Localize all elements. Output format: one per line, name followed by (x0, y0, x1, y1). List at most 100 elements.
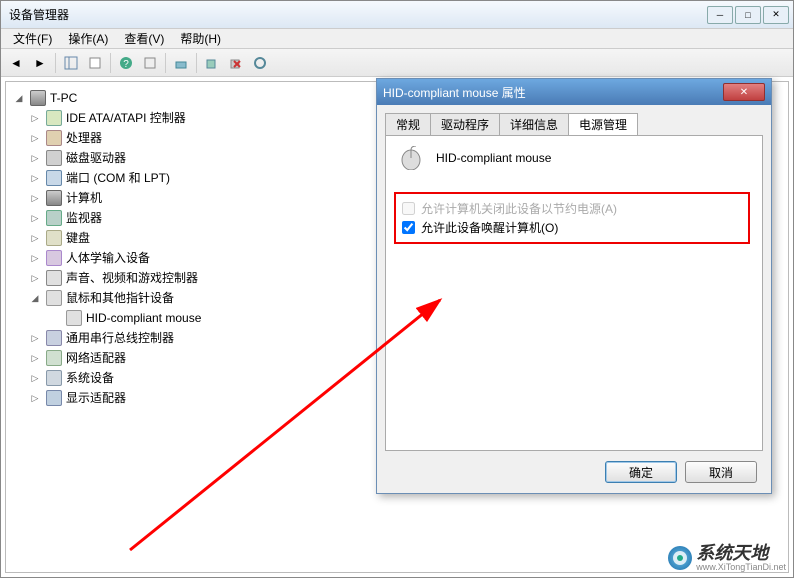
display-icon (46, 390, 62, 406)
tree-label: 端口 (COM 和 LPT) (66, 168, 170, 188)
show-hide-tree-button[interactable] (60, 52, 82, 74)
tree-label: 系统设备 (66, 368, 114, 388)
watermark: 系统天地 www.XiTongTianDi.net (668, 544, 786, 572)
update-driver-button[interactable] (170, 52, 192, 74)
maximize-button[interactable]: □ (735, 6, 761, 24)
option-allow-wake[interactable]: 允许此设备唤醒计算机(O) (402, 219, 742, 236)
dialog-close-button[interactable]: ✕ (723, 83, 765, 101)
expand-icon[interactable]: ▷ (28, 131, 42, 145)
hid-icon (46, 250, 62, 266)
expand-icon[interactable]: ▷ (28, 251, 42, 265)
tree-label: T-PC (50, 88, 77, 108)
window-controls: ─ □ ✕ (707, 6, 789, 24)
option-label: 允许此设备唤醒计算机(O) (421, 219, 558, 236)
minimize-button[interactable]: ─ (707, 6, 733, 24)
tree-label: 键盘 (66, 228, 90, 248)
expand-icon[interactable]: ▷ (28, 151, 42, 165)
computer-icon (46, 190, 62, 206)
close-button[interactable]: ✕ (763, 6, 789, 24)
dialog-body: 常规 驱动程序 详细信息 电源管理 HID-compliant mouse 允许… (377, 105, 771, 459)
tab-strip: 常规 驱动程序 详细信息 电源管理 (385, 113, 763, 135)
separator (55, 53, 56, 73)
expand-icon[interactable]: ▷ (28, 171, 42, 185)
network-icon (46, 350, 62, 366)
window-title: 设备管理器 (5, 6, 707, 23)
tree-label: 计算机 (66, 188, 102, 208)
scan-hardware-button[interactable] (201, 52, 223, 74)
watermark-logo-icon (668, 546, 692, 570)
toolbar: ◄ ► ? (1, 49, 793, 77)
tree-label: 处理器 (66, 128, 102, 148)
tree-label: IDE ATA/ATAPI 控制器 (66, 108, 186, 128)
mouse-icon (46, 290, 62, 306)
controller-icon (46, 110, 62, 126)
tree-label: 监视器 (66, 208, 102, 228)
svg-text:?: ? (123, 59, 129, 70)
menu-bar: 文件(F) 操作(A) 查看(V) 帮助(H) (1, 29, 793, 49)
tree-label: 显示适配器 (66, 388, 126, 408)
expand-icon[interactable]: ▷ (28, 111, 42, 125)
watermark-brand: 系统天地 (696, 544, 786, 562)
expand-icon[interactable]: ▷ (28, 391, 42, 405)
tab-driver[interactable]: 驱动程序 (430, 113, 500, 135)
cpu-icon (46, 130, 62, 146)
tab-power[interactable]: 电源管理 (568, 113, 638, 135)
expand-icon[interactable]: ▷ (28, 371, 42, 385)
tree-label: 磁盘驱动器 (66, 148, 126, 168)
menu-action[interactable]: 操作(A) (60, 30, 116, 47)
tree-label: 声音、视频和游戏控制器 (66, 268, 198, 288)
separator (196, 53, 197, 73)
expand-icon[interactable]: ▷ (28, 191, 42, 205)
system-icon (46, 370, 62, 386)
computer-icon (30, 90, 46, 106)
option-label: 允许计算机关闭此设备以节约电源(A) (421, 200, 617, 217)
blank (48, 311, 62, 325)
option-allow-off: 允许计算机关闭此设备以节约电源(A) (402, 200, 742, 217)
keyboard-icon (46, 230, 62, 246)
ok-button[interactable]: 确定 (605, 461, 677, 483)
port-icon (46, 170, 62, 186)
tree-label: 网络适配器 (66, 348, 126, 368)
help-button[interactable]: ? (115, 52, 137, 74)
tree-label: 鼠标和其他指针设备 (66, 288, 174, 308)
menu-help[interactable]: 帮助(H) (172, 30, 229, 47)
cancel-button[interactable]: 取消 (685, 461, 757, 483)
expand-icon[interactable]: ▷ (28, 331, 42, 345)
expand-icon[interactable]: ▷ (28, 351, 42, 365)
menu-view[interactable]: 查看(V) (116, 30, 172, 47)
tab-general[interactable]: 常规 (385, 113, 431, 135)
tab-details[interactable]: 详细信息 (499, 113, 569, 135)
expand-icon[interactable]: ▷ (28, 271, 42, 285)
checkbox-allow-wake[interactable] (402, 221, 415, 234)
expand-icon[interactable]: ▷ (28, 211, 42, 225)
device-header: HID-compliant mouse (396, 146, 752, 170)
expand-icon[interactable]: ▷ (28, 231, 42, 245)
properties-dialog: HID-compliant mouse 属性 ✕ 常规 驱动程序 详细信息 电源… (376, 78, 772, 494)
menu-file[interactable]: 文件(F) (5, 30, 60, 47)
collapse-icon[interactable]: ◢ (12, 91, 26, 105)
disk-icon (46, 150, 62, 166)
mouse-icon (66, 310, 82, 326)
annotation-highlight: 允许计算机关闭此设备以节约电源(A) 允许此设备唤醒计算机(O) (394, 192, 750, 244)
refresh-button[interactable] (249, 52, 271, 74)
watermark-url: www.XiTongTianDi.net (696, 562, 786, 572)
forward-button[interactable]: ► (29, 52, 51, 74)
action-button[interactable] (139, 52, 161, 74)
tree-label: 通用串行总线控制器 (66, 328, 174, 348)
separator (110, 53, 111, 73)
usb-icon (46, 330, 62, 346)
tree-label: 人体学输入设备 (66, 248, 150, 268)
watermark-text: 系统天地 www.XiTongTianDi.net (696, 544, 786, 572)
mouse-icon (396, 146, 426, 170)
properties-button[interactable] (84, 52, 106, 74)
checkbox-allow-off (402, 202, 415, 215)
sound-icon (46, 270, 62, 286)
dialog-button-row: 确定 取消 (605, 461, 757, 483)
uninstall-button[interactable] (225, 52, 247, 74)
separator (165, 53, 166, 73)
monitor-icon (46, 210, 62, 226)
device-name-label: HID-compliant mouse (436, 151, 551, 165)
collapse-icon[interactable]: ◢ (28, 291, 42, 305)
back-button[interactable]: ◄ (5, 52, 27, 74)
tab-panel-power: HID-compliant mouse 允许计算机关闭此设备以节约电源(A) 允… (385, 135, 763, 451)
